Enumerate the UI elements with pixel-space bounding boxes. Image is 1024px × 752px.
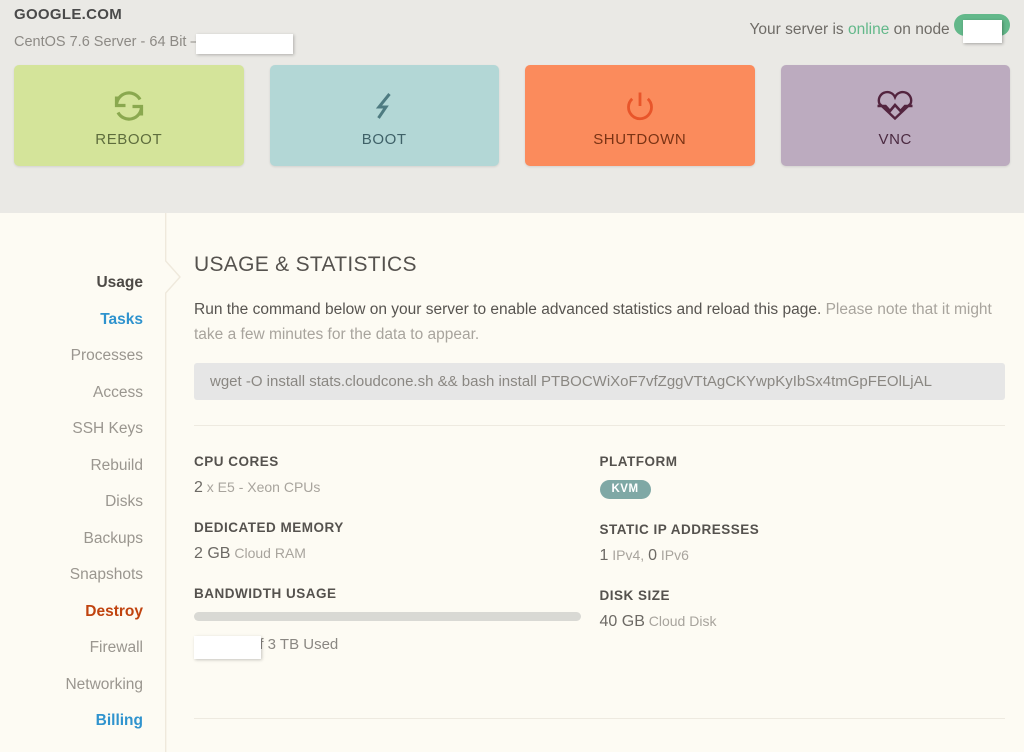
disk-size-unit: Cloud Disk — [644, 613, 717, 629]
sidebar-item-access[interactable]: Access — [0, 375, 165, 412]
bandwidth-progress-bar — [194, 612, 581, 621]
static-ip-value: 1 IPv4, 0 IPv6 — [600, 547, 1006, 565]
stat-static-ip: STATIC IP ADDRESSES 1 IPv4, 0 IPv6 — [600, 522, 1006, 565]
stats-column-right: PLATFORM KVM STATIC IP ADDRESSES 1 IPv4,… — [599, 431, 1006, 653]
disk-size-label: DISK SIZE — [599, 588, 671, 603]
power-icon — [618, 83, 662, 129]
bandwidth-label: BANDWIDTH USAGE — [194, 586, 337, 601]
sidebar-item-rebuild[interactable]: Rebuild — [0, 448, 165, 485]
stat-cpu-cores: CPU CORES 2 x E5 - Xeon CPUs — [194, 454, 600, 497]
disk-size-number: 40 GB — [599, 613, 645, 630]
cpu-cores-unit: x E5 - Xeon CPUs — [202, 479, 321, 495]
server-action-buttons: REBOOT BOOT SHUTDOWN VNC — [0, 65, 1024, 166]
sidebar-item-usage[interactable]: Usage — [0, 265, 165, 302]
shutdown-button[interactable]: SHUTDOWN — [525, 65, 755, 166]
memory-label: DEDICATED MEMORY — [194, 520, 344, 535]
redacted-bandwidth-box — [194, 636, 261, 659]
sidebar-item-backups[interactable]: Backups — [0, 521, 165, 558]
cpu-cores-label: CPU CORES — [194, 454, 279, 469]
disk-size-value: 40 GB Cloud Disk — [600, 613, 1006, 631]
boot-button-label: BOOT — [361, 131, 407, 148]
usage-instructions: Run the command below on your server to … — [194, 297, 999, 347]
memory-value: 2 GB Cloud RAM — [194, 545, 600, 563]
platform-badge: KVM — [599, 480, 651, 499]
sidebar-item-billing[interactable]: Billing — [0, 703, 165, 740]
sidebar-item-tasks[interactable]: Tasks — [0, 302, 165, 339]
stats-grid: CPU CORES 2 x E5 - Xeon CPUs DEDICATED M… — [194, 431, 1006, 659]
sidebar-nav: Usage Tasks Processes Access SSH Keys Re… — [0, 213, 165, 752]
cpu-cores-value: 2 x E5 - Xeon CPUs — [194, 479, 600, 497]
static-ip-label: STATIC IP ADDRESSES — [599, 522, 760, 537]
server-status-line: Your server is online on node — [749, 12, 1010, 43]
vnc-button[interactable]: VNC — [780, 65, 1010, 166]
platform-value: KVM — [599, 479, 1006, 499]
stats-column-left: CPU CORES 2 x E5 - Xeon CPUs DEDICATED M… — [194, 431, 600, 659]
shutdown-button-label: SHUTDOWN — [593, 131, 687, 148]
stat-platform: PLATFORM KVM — [599, 454, 1006, 499]
ipv6-unit: IPv6 — [657, 547, 689, 563]
sidebar-divider — [165, 213, 181, 752]
bolt-icon — [362, 83, 406, 129]
install-command-box[interactable]: wget -O install stats.cloudcone.sh && ba… — [194, 363, 1005, 400]
top-header-band: GOOGLE.COM CentOS 7.6 Server - 64 Bit — … — [0, 0, 1024, 213]
content-bottom-divider — [194, 718, 1005, 719]
server-os-label: CentOS 7.6 Server - 64 Bit — — [14, 34, 205, 50]
bandwidth-usage-text: of 3 TB Used — [194, 636, 600, 659]
ipv6-count: 0 — [648, 547, 657, 564]
reboot-button[interactable]: REBOOT — [14, 65, 244, 166]
redacted-node-box — [963, 20, 1002, 43]
heartbeat-icon — [871, 83, 919, 129]
stats-top-divider — [194, 425, 1005, 426]
stat-disk-size: DISK SIZE 40 GB Cloud Disk — [600, 588, 1006, 631]
platform-label: PLATFORM — [599, 454, 678, 469]
status-node-text: on node — [889, 21, 954, 38]
bandwidth-suffix: of 3 TB Used — [251, 636, 339, 653]
sidebar-item-disks[interactable]: Disks — [0, 484, 165, 521]
ipv4-unit: IPv4, — [608, 547, 649, 563]
usage-statistics-heading: USAGE & STATISTICS — [194, 253, 417, 276]
reboot-icon — [107, 83, 151, 129]
page-body: Usage Tasks Processes Access SSH Keys Re… — [0, 213, 1024, 752]
sidebar-item-networking[interactable]: Networking — [0, 667, 165, 704]
vnc-button-label: VNC — [878, 131, 912, 148]
stat-dedicated-memory: DEDICATED MEMORY 2 GB Cloud RAM — [194, 520, 600, 563]
main-content: USAGE & STATISTICS Run the command below… — [194, 213, 1006, 659]
status-prefix-text: Your server is — [749, 21, 848, 38]
reboot-button-label: REBOOT — [95, 131, 163, 148]
bandwidth-used-wrap: of 3 TB Used — [194, 636, 339, 659]
redacted-hostname-box — [196, 34, 293, 54]
memory-number: 2 GB — [194, 545, 231, 562]
cpu-cores-number: 2 — [194, 479, 203, 496]
status-state-text: online — [847, 21, 890, 38]
boot-button[interactable]: BOOT — [269, 65, 499, 166]
sidebar-item-firewall[interactable]: Firewall — [0, 630, 165, 667]
sidebar-item-destroy[interactable]: Destroy — [0, 594, 165, 631]
sidebar-item-ssh-keys[interactable]: SSH Keys — [0, 411, 165, 448]
stat-bandwidth-usage: BANDWIDTH USAGE of 3 TB Used — [194, 586, 600, 659]
memory-unit: Cloud RAM — [230, 545, 306, 561]
instructions-primary: Run the command below on your server to … — [194, 301, 822, 318]
sidebar-item-processes[interactable]: Processes — [0, 338, 165, 375]
sidebar-item-snapshots[interactable]: Snapshots — [0, 557, 165, 594]
page-title-domain: GOOGLE.COM — [14, 6, 122, 23]
